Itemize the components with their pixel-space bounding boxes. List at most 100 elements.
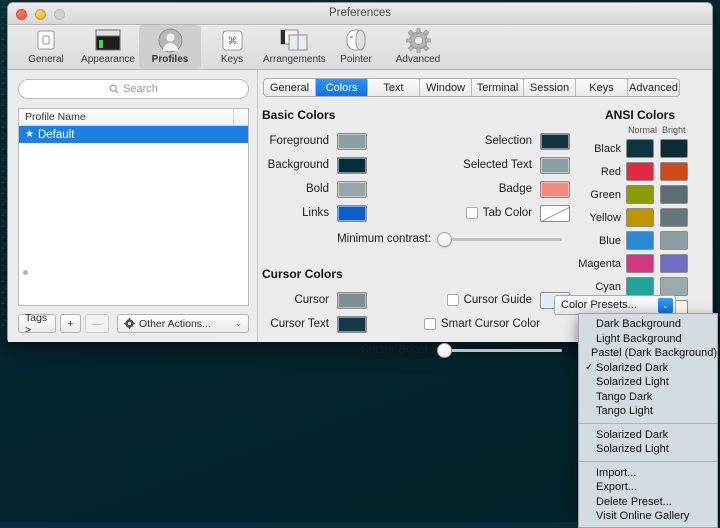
ansi-color-label: Blue: [578, 235, 626, 247]
swatch-tab-color[interactable]: [540, 205, 570, 222]
toolbar-item-general[interactable]: General: [15, 25, 77, 65]
checkmark-icon: ✓: [585, 362, 596, 373]
ansi-swatch-black-bright[interactable]: [660, 139, 688, 158]
profiles-table-header[interactable]: Profile Name: [19, 109, 248, 126]
swatch-selection[interactable]: [540, 133, 570, 150]
minimum-contrast-knob[interactable]: [437, 232, 452, 247]
menu-item-label: Tango Dark: [596, 391, 652, 403]
swatch-badge[interactable]: [540, 181, 570, 198]
table-row[interactable]: ★Default: [19, 126, 248, 143]
keys-icon: ⌘: [201, 27, 263, 53]
ansi-swatch-black-normal[interactable]: [626, 139, 654, 158]
tab-color-checkbox[interactable]: [466, 207, 478, 219]
color-label: Cursor Text: [262, 318, 337, 330]
ansi-swatch-red-bright[interactable]: [660, 162, 688, 181]
menu-item-label: Export...: [596, 481, 637, 493]
ansi-swatch-red-normal[interactable]: [626, 162, 654, 181]
ansi-swatch-magenta-normal[interactable]: [626, 254, 654, 273]
swatch-selected-text[interactable]: [540, 157, 570, 174]
ansi-swatch-green-bright[interactable]: [660, 185, 688, 204]
menu-separator: [579, 423, 717, 424]
menu-item-visit-online-gallery[interactable]: Visit Online Gallery: [579, 509, 717, 524]
ansi-color-row: Magenta: [578, 252, 702, 275]
tab-general[interactable]: General: [264, 79, 316, 96]
swatch-foreground[interactable]: [337, 133, 367, 150]
settings-tabbar: GeneralColorsTextWindowTerminalSessionKe…: [263, 78, 680, 97]
cursor-boost-label: Cursor Boost:: [262, 344, 437, 356]
color-row: BackgroundSelected Text: [262, 153, 570, 177]
menu-item-label: Solarized Dark: [596, 429, 668, 441]
swatch-bold[interactable]: [337, 181, 367, 198]
menu-separator: [579, 461, 717, 462]
swatch-links[interactable]: [337, 205, 367, 222]
toolbar-item-label: Pointer: [325, 54, 387, 65]
toolbar-item-label: Keys: [201, 54, 263, 65]
ansi-swatch-cyan-normal[interactable]: [626, 277, 654, 296]
ansi-swatch-magenta-bright[interactable]: [660, 254, 688, 273]
tags-button[interactable]: Tags >: [18, 314, 56, 333]
preferences-toolbar: GeneralAppearanceProfiles⌘KeysArrangemen…: [8, 25, 712, 70]
toolbar-item-advanced[interactable]: Advanced: [387, 25, 449, 65]
profiles-table[interactable]: Profile Name ★Default: [18, 108, 249, 306]
menu-item-pastel-dark-background[interactable]: Pastel (Dark Background): [579, 346, 717, 361]
split-handle-dot[interactable]: [23, 270, 28, 275]
menu-item-tango-light[interactable]: Tango Light: [579, 404, 717, 419]
ansi-swatch-yellow-normal[interactable]: [626, 208, 654, 227]
toolbar-item-appearance[interactable]: Appearance: [77, 25, 139, 65]
window-titlebar[interactable]: Preferences: [8, 3, 712, 25]
ansi-swatch-green-normal[interactable]: [626, 185, 654, 204]
ansi-swatch-cyan-bright[interactable]: [660, 277, 688, 296]
minimum-contrast-slider[interactable]: [437, 238, 562, 241]
color-group-right: Selection: [444, 133, 570, 150]
tab-text[interactable]: Text: [368, 79, 420, 96]
toolbar-item-profiles[interactable]: Profiles: [139, 25, 201, 69]
preferences-window: Preferences GeneralAppearanceProfiles⌘Ke…: [7, 2, 713, 342]
add-profile-button[interactable]: +: [60, 314, 80, 333]
ansi-swatch-blue-bright[interactable]: [660, 231, 688, 250]
swatch-cursor-text[interactable]: [337, 316, 367, 333]
menu-item-solarized-dark[interactable]: Solarized Dark: [579, 428, 717, 443]
cursor-boost-knob[interactable]: [437, 343, 452, 358]
tab-colors[interactable]: Colors: [316, 79, 368, 96]
search-input[interactable]: Search: [18, 79, 249, 99]
menu-item-light-background[interactable]: Light Background: [579, 332, 717, 347]
toolbar-item-arrangements[interactable]: Arrangements: [263, 25, 325, 65]
cursor-boost-slider[interactable]: [437, 349, 562, 352]
column-header-profile-name[interactable]: Profile Name: [19, 111, 233, 123]
toolbar-item-pointer[interactable]: Pointer: [325, 25, 387, 65]
menu-item-solarized-light[interactable]: Solarized Light: [579, 442, 717, 457]
tab-terminal[interactable]: Terminal: [472, 79, 524, 96]
tab-session[interactable]: Session: [524, 79, 576, 96]
menu-item-delete-preset[interactable]: Delete Preset...: [579, 495, 717, 510]
menu-item-tango-dark[interactable]: Tango Dark: [579, 390, 717, 405]
smart-cursor-color-checkbox[interactable]: [424, 318, 436, 330]
menu-item-dark-background[interactable]: Dark Background: [579, 317, 717, 332]
ansi-color-label: Magenta: [578, 258, 626, 270]
other-actions-button[interactable]: Other Actions... ⌄: [117, 314, 249, 333]
profiles-table-rows: ★Default: [19, 126, 248, 305]
menu-item-solarized-dark[interactable]: ✓Solarized Dark: [579, 361, 717, 376]
swatch-background[interactable]: [337, 157, 367, 174]
ansi-color-label: Red: [578, 166, 626, 178]
menu-item-export[interactable]: Export...: [579, 480, 717, 495]
profiles-action-bar: Tags > + — Other Actions... ⌄: [18, 314, 249, 333]
tab-advanced[interactable]: Advanced: [628, 79, 679, 96]
cursor-guide-label: Cursor Guide: [464, 294, 532, 306]
profile-name-cell: Default: [38, 129, 74, 141]
ansi-color-row: Blue: [578, 229, 702, 252]
menu-item-import[interactable]: Import...: [579, 466, 717, 481]
ansi-header-normal: Normal: [626, 125, 660, 135]
profile-settings-pane: GeneralColorsTextWindowTerminalSessionKe…: [257, 70, 712, 342]
ansi-swatch-yellow-bright[interactable]: [660, 208, 688, 227]
color-group-right: Cursor Guide: [447, 292, 570, 309]
menu-item-solarized-light[interactable]: Solarized Light: [579, 375, 717, 390]
tab-color-label: Tab Color: [483, 207, 532, 219]
cursor-guide-checkbox[interactable]: [447, 294, 459, 306]
tab-window[interactable]: Window: [420, 79, 472, 96]
tab-keys[interactable]: Keys: [576, 79, 628, 96]
ansi-swatch-blue-normal[interactable]: [626, 231, 654, 250]
color-presets-button[interactable]: Color Presets... ⌄: [554, 295, 676, 315]
toolbar-item-keys[interactable]: ⌘Keys: [201, 25, 263, 65]
swatch-cursor[interactable]: [337, 292, 367, 309]
color-presets-menu[interactable]: Dark BackgroundLight BackgroundPastel (D…: [578, 313, 718, 528]
